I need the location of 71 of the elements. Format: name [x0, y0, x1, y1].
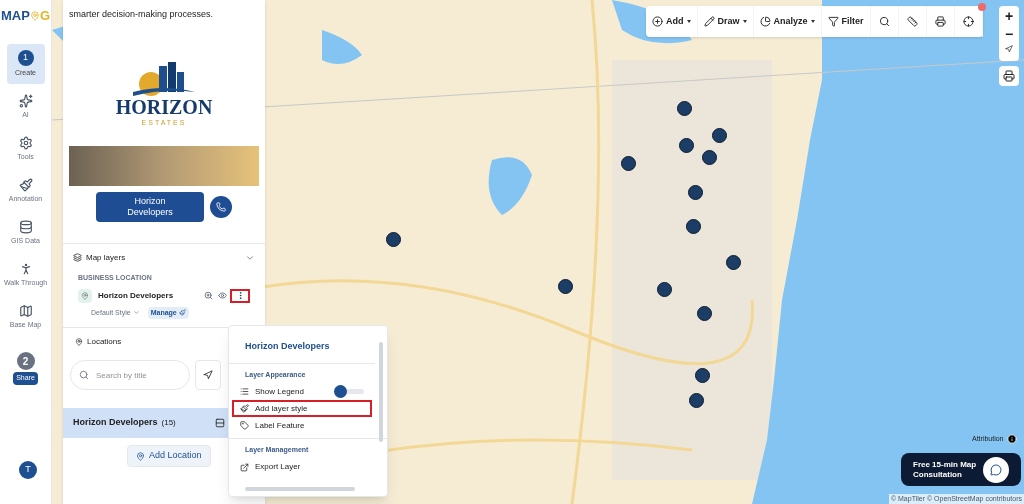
search-icon [878, 16, 890, 27]
brush-icon [240, 404, 249, 413]
brush-icon [178, 309, 186, 317]
layers-icon [73, 253, 82, 262]
menu-item[interactable]: Export Layer [232, 458, 372, 476]
toolbar-button[interactable]: Add [646, 6, 698, 37]
banner-text: Free 15-min Map [913, 459, 977, 470]
eye-icon[interactable] [218, 291, 227, 300]
zoom-out-button[interactable]: − [1004, 24, 1014, 42]
caret-icon [686, 20, 691, 23]
pin-icon [75, 338, 83, 346]
locate-button[interactable] [195, 360, 221, 390]
consultation-banner[interactable]: Free 15-min Map Consultation [901, 453, 1021, 486]
compass-icon[interactable] [1005, 45, 1013, 53]
search-icon [79, 370, 89, 380]
logo-text: HORIZON [115, 95, 213, 118]
menu-item[interactable]: Add layer style [232, 400, 372, 417]
step-number: 2 [16, 352, 35, 370]
toolbar-button[interactable]: Analyze [753, 6, 822, 37]
brush-icon [18, 177, 33, 192]
logo-text: G [39, 7, 50, 26]
step-number: 1 [17, 49, 34, 66]
zoom-in-button[interactable]: + [1004, 6, 1014, 24]
phone-icon [216, 202, 226, 212]
database-icon [18, 219, 33, 234]
plus-circle-icon [652, 16, 663, 27]
menu-item[interactable]: Show Legend [232, 383, 372, 400]
chat-icon [990, 463, 1002, 476]
user-avatar[interactable]: T [19, 461, 37, 479]
more-button[interactable] [230, 288, 250, 303]
pin-icon [29, 11, 40, 21]
item-name: Horizon Developers [73, 416, 158, 430]
call-button[interactable] [210, 196, 232, 218]
settings-icon [18, 135, 33, 150]
zoom-icon[interactable] [204, 291, 213, 300]
pie-chart-icon [759, 16, 771, 27]
menu-label: Show Legend [255, 385, 304, 398]
print-icon [1003, 70, 1015, 82]
chevron-icon [132, 309, 140, 317]
business-button[interactable]: Horizon Developers [96, 192, 204, 222]
table-icon[interactable] [215, 418, 225, 428]
print-button[interactable] [999, 66, 1019, 86]
pencil-icon [703, 16, 715, 27]
caret-icon [810, 20, 815, 23]
menu-label: Export Layer [255, 461, 301, 473]
external-link-icon [240, 462, 249, 472]
toolbar-button[interactable]: Filter [821, 6, 871, 37]
caret-icon [742, 20, 747, 23]
filter-icon [827, 16, 839, 27]
layer-name: Horizon Developers [98, 289, 174, 302]
description-text: smarter decision-making processes. [68, 8, 215, 21]
section-title: Locations [87, 336, 122, 348]
print-icon [934, 16, 946, 27]
ruler-icon [906, 16, 918, 27]
logo-text: MAP [1, 7, 30, 26]
pin-icon [136, 451, 145, 461]
item-count: (15) [161, 417, 176, 429]
toolbar-button[interactable]: Draw [697, 6, 754, 37]
map-icon [18, 303, 33, 318]
section-title: Map layers [86, 251, 126, 264]
banner-text: Consultation [913, 469, 963, 480]
info-icon[interactable] [1006, 434, 1017, 445]
chat-button[interactable] [983, 456, 1009, 483]
crosshair-icon [962, 16, 974, 27]
navigation-icon [203, 370, 213, 380]
tag-icon [240, 421, 249, 430]
add-location-button[interactable]: Add Location [127, 445, 211, 467]
list-icon [240, 387, 249, 396]
menu-title: Horizon Developers [229, 326, 375, 364]
sparkle-icon [18, 93, 33, 108]
search-field[interactable]: Search by title [70, 360, 190, 390]
